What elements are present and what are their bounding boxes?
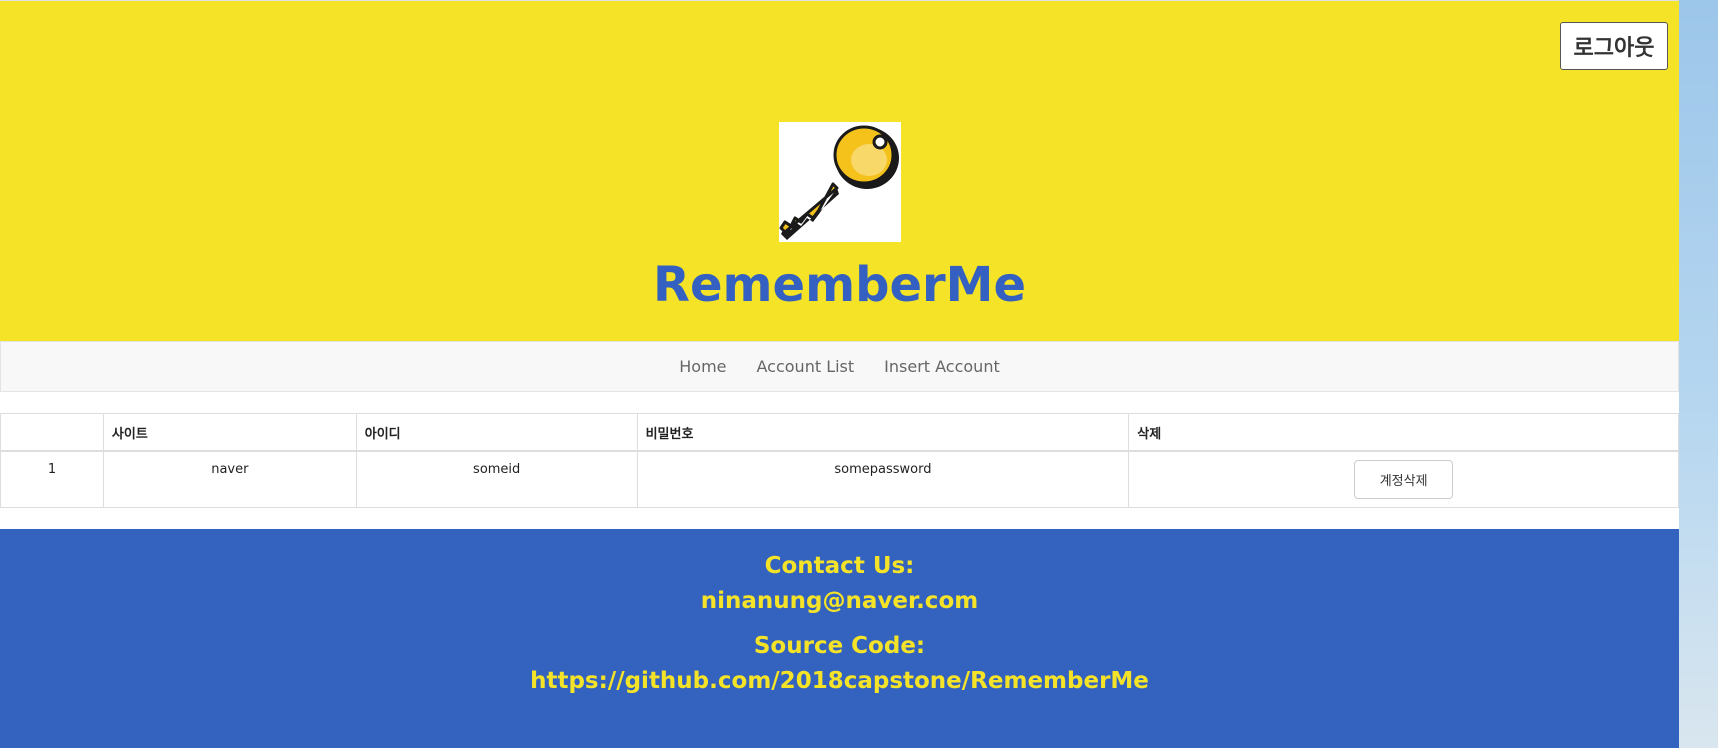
column-header-password: 비밀번호 (636, 413, 1130, 452)
header: 로그아웃 RememberMe (0, 0, 1679, 341)
contact-email-link[interactable]: ninanung@naver.com (701, 588, 978, 614)
logout-button[interactable]: 로그아웃 (1560, 22, 1668, 70)
source-label: Source Code: (753, 633, 926, 659)
column-header-delete: 삭제 (1128, 413, 1679, 452)
column-header-site: 사이트 (102, 413, 357, 452)
row-password-cell: somepassword (636, 450, 1130, 508)
delete-account-button[interactable]: 계정삭제 (1354, 460, 1454, 499)
nav-account-list-link[interactable]: Account List (757, 357, 855, 376)
page: 로그아웃 RememberMe Home Account List Insert… (0, 0, 1679, 748)
app-title: RememberMe (652, 257, 1026, 313)
column-header-index (0, 413, 104, 452)
nav-insert-account-link[interactable]: Insert Account (884, 357, 1000, 376)
column-header-id: 아이디 (355, 413, 638, 452)
row-delete-cell: 계정삭제 (1128, 450, 1679, 508)
footer: Contact Us: ninanung@naver.com Source Co… (0, 529, 1679, 748)
row-id-cell: someid (355, 450, 638, 508)
source-code-link[interactable]: https://github.com/2018capstone/Remember… (530, 668, 1149, 694)
row-site-cell: naver (102, 450, 357, 508)
table-row: 1 naver someid somepassword 계정삭제 (0, 450, 1679, 508)
contact-label: Contact Us: (764, 553, 915, 579)
table-header-row: 사이트 아이디 비밀번호 삭제 (0, 413, 1679, 452)
key-icon (779, 122, 901, 242)
row-index-cell: 1 (0, 450, 104, 508)
nav-home-link[interactable]: Home (679, 357, 726, 376)
account-table: 사이트 아이디 비밀번호 삭제 1 naver someid somepassw… (0, 413, 1679, 508)
navbar: Home Account List Insert Account (0, 341, 1679, 392)
